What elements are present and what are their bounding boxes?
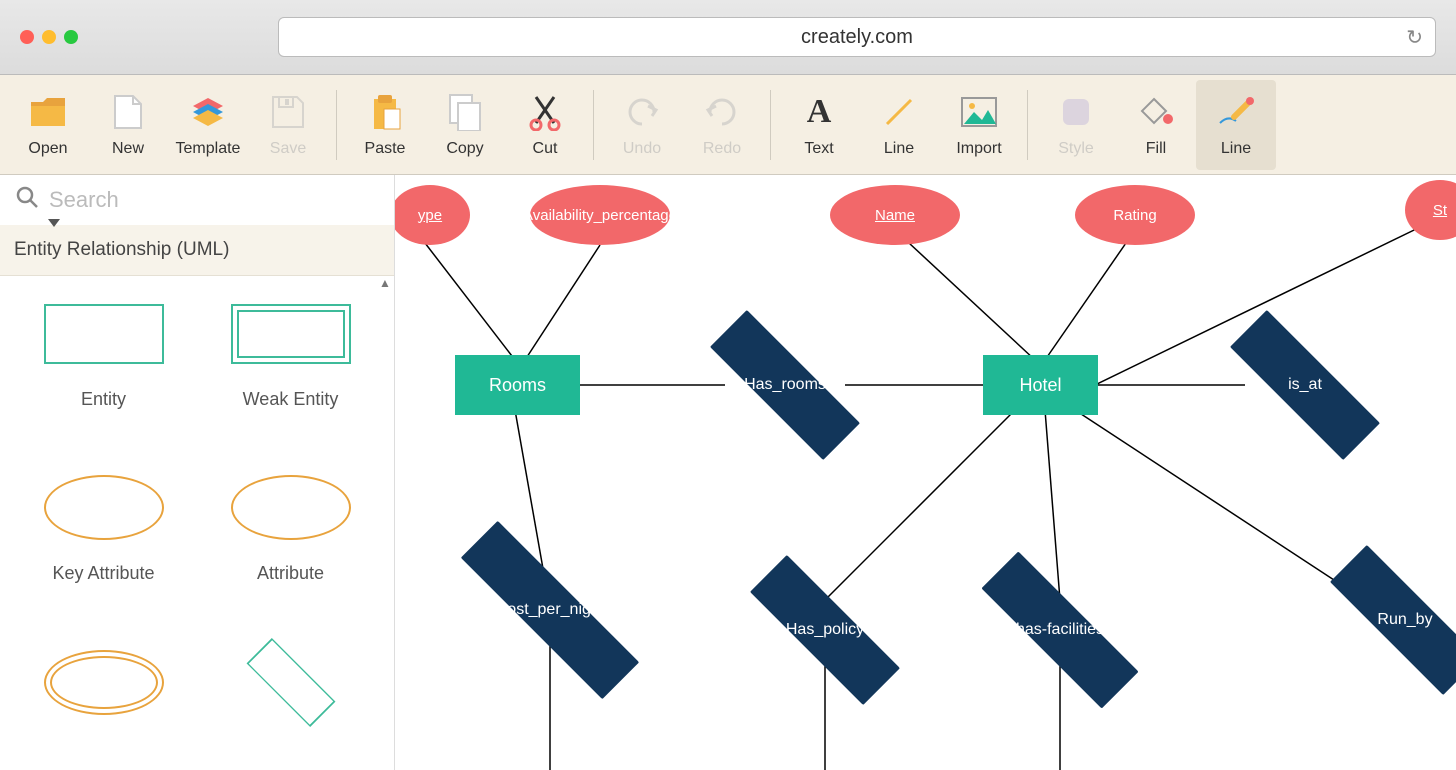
text-icon: A	[807, 92, 832, 132]
sidebar: Entity Relationship (UML) ▲ Entity Weak …	[0, 175, 395, 770]
folder-icon	[29, 92, 67, 132]
redo-button[interactable]: Redo	[682, 80, 762, 170]
relationship-has-facilities[interactable]: has-facilities	[975, 585, 1145, 675]
template-button[interactable]: Template	[168, 80, 248, 170]
import-icon	[960, 92, 998, 132]
window-controls	[20, 30, 78, 44]
shape-label: Attribute	[257, 563, 324, 584]
shape-attribute[interactable]: Attribute	[197, 470, 384, 614]
scroll-up-icon[interactable]: ▲	[378, 276, 392, 290]
style-button[interactable]: Style	[1036, 80, 1116, 170]
paste-label: Paste	[365, 140, 406, 158]
save-label: Save	[270, 140, 306, 158]
maximize-window-icon[interactable]	[64, 30, 78, 44]
relationship-is-at[interactable]: is_at	[1225, 340, 1385, 430]
relationship-run-by[interactable]: Run_by	[1325, 575, 1456, 665]
cut-button[interactable]: Cut	[505, 80, 585, 170]
save-icon	[271, 92, 305, 132]
copy-label: Copy	[446, 140, 483, 158]
shape-label: Weak Entity	[243, 389, 339, 410]
style-label: Style	[1058, 140, 1094, 158]
attribute-type[interactable]: ype	[395, 185, 470, 245]
fill-button[interactable]: Fill	[1116, 80, 1196, 170]
style-icon	[1059, 92, 1093, 132]
line-style-button[interactable]: Line	[1196, 80, 1276, 170]
browser-chrome: creately.com ↻	[0, 0, 1456, 75]
cut-icon	[528, 92, 562, 132]
shape-multivalued-attribute[interactable]	[10, 645, 197, 750]
line-tool-label: Line	[884, 140, 914, 158]
undo-icon	[624, 92, 660, 132]
connector-lines	[395, 175, 1456, 770]
fill-icon	[1138, 92, 1174, 132]
url-bar[interactable]: creately.com ↻	[278, 17, 1436, 57]
template-icon	[189, 92, 227, 132]
attribute-name[interactable]: Name	[830, 185, 960, 245]
template-label: Template	[176, 140, 241, 158]
entity-hotel[interactable]: Hotel	[983, 355, 1098, 415]
import-label: Import	[956, 140, 1001, 158]
minimize-window-icon[interactable]	[42, 30, 56, 44]
refresh-icon[interactable]: ↻	[1406, 25, 1423, 50]
close-window-icon[interactable]	[20, 30, 34, 44]
new-file-icon	[113, 92, 143, 132]
search-input[interactable]	[49, 187, 379, 213]
line-tool-icon	[881, 92, 917, 132]
toolbar: Open New Template Save Paste	[0, 75, 1456, 175]
line-tool-button[interactable]: Line	[859, 80, 939, 170]
new-label: New	[112, 140, 144, 158]
undo-label: Undo	[623, 140, 661, 158]
attribute-rating[interactable]: Rating	[1075, 185, 1195, 245]
main-area: Entity Relationship (UML) ▲ Entity Weak …	[0, 175, 1456, 770]
redo-label: Redo	[703, 140, 741, 158]
shape-entity[interactable]: Entity	[10, 296, 197, 440]
shape-label: Key Attribute	[52, 563, 154, 584]
copy-button[interactable]: Copy	[425, 80, 505, 170]
undo-button[interactable]: Undo	[602, 80, 682, 170]
diagram-canvas[interactable]: ype Availability_percentage Name Rating …	[395, 175, 1456, 770]
new-button[interactable]: New	[88, 80, 168, 170]
shape-weak-entity[interactable]: Weak Entity	[197, 296, 384, 440]
line-style-icon	[1216, 92, 1256, 132]
shape-key-attribute[interactable]: Key Attribute	[10, 470, 197, 614]
paste-icon	[368, 92, 402, 132]
dropdown-indicator-icon[interactable]	[48, 219, 60, 227]
search-row	[0, 175, 394, 225]
open-label: Open	[28, 140, 67, 158]
text-label: Text	[804, 140, 833, 158]
url-text: creately.com	[801, 26, 913, 49]
attribute-st-partial[interactable]: St	[1405, 180, 1456, 240]
line-style-label: Line	[1221, 140, 1251, 158]
shape-relationship[interactable]	[197, 645, 384, 750]
text-button[interactable]: A Text	[779, 80, 859, 170]
relationship-has-policy[interactable]: Has_policy	[745, 585, 905, 675]
cut-label: Cut	[533, 140, 558, 158]
relationship-has-rooms[interactable]: Has_rooms	[705, 340, 865, 430]
attribute-availability-percentage[interactable]: Availability_percentage	[530, 185, 670, 245]
save-button[interactable]: Save	[248, 80, 328, 170]
shape-category-header[interactable]: Entity Relationship (UML)	[0, 225, 394, 276]
redo-icon	[704, 92, 740, 132]
import-button[interactable]: Import	[939, 80, 1019, 170]
search-icon[interactable]	[15, 185, 39, 215]
shape-palette: ▲ Entity Weak Entity Key Attribute Attri…	[0, 276, 394, 770]
open-button[interactable]: Open	[8, 80, 88, 170]
entity-rooms[interactable]: Rooms	[455, 355, 580, 415]
copy-icon	[448, 92, 482, 132]
relationship-cost-per-night[interactable]: Cost_per_night	[450, 565, 650, 655]
shape-label: Entity	[81, 389, 126, 410]
paste-button[interactable]: Paste	[345, 80, 425, 170]
fill-label: Fill	[1146, 140, 1166, 158]
